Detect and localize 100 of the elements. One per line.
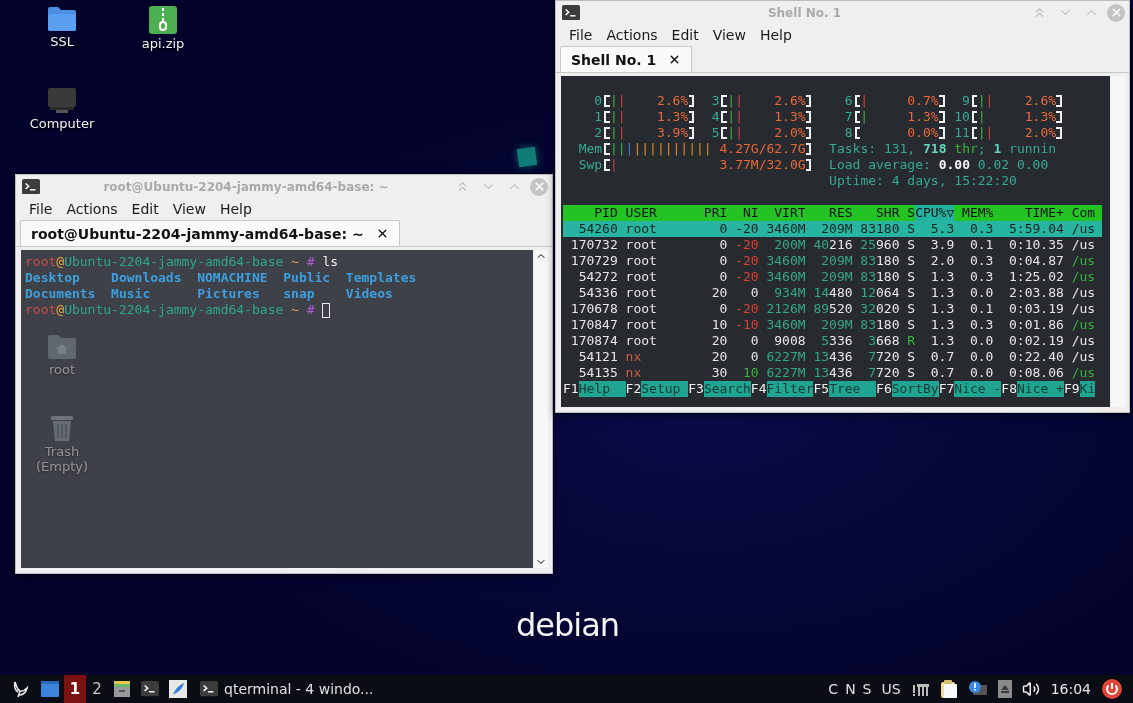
column-header[interactable]: TIME+ (993, 205, 1064, 221)
table-cell-text: 0:22.40 (1008, 349, 1064, 365)
menu-item[interactable]: Help (752, 24, 799, 46)
directory-name: Downloads (111, 270, 183, 286)
notification-icon[interactable] (967, 680, 988, 698)
menu-item[interactable]: File (562, 24, 600, 46)
icon-label[interactable]: SSL (25, 34, 99, 49)
volume-icon[interactable] (1021, 680, 1040, 698)
wallpaper-square (516, 146, 538, 168)
process-row[interactable]: 54135 nx 30 10 6227M 13436 7720 S 0.7 0.0 0:08.06 /us (563, 365, 1102, 381)
table-cell-text: 1.3 (929, 317, 955, 333)
column-header[interactable]: CPU%▽ (915, 205, 955, 221)
keyboard-indicator: S (862, 681, 872, 697)
power-icon[interactable] (1102, 679, 1122, 699)
usage-bar-label: || (609, 93, 626, 109)
table-cell-text: -20 (734, 269, 759, 285)
column-header[interactable]: RES (805, 205, 853, 221)
process-row[interactable]: 170847 root 10 -10 3460M 209M 83180 S 1.3 0.3 0:01.86 /us (563, 317, 1102, 333)
menu-item[interactable]: Actions (599, 24, 665, 46)
feather-editor-icon[interactable] (169, 680, 187, 698)
column-header[interactable]: SHR (852, 205, 900, 221)
column-header[interactable]: MEM% (954, 205, 994, 221)
menu-item[interactable]: Edit (664, 24, 706, 46)
table-cell-text: /us (1070, 349, 1097, 365)
process-row[interactable]: 54272 root 0 -20 3460M 209M 83180 S 1.3 0.3 1:25.02 /us (563, 269, 1102, 285)
process-row[interactable]: 170732 root 0 -20 200M 40216 25960 S 3.9 0.1 0:10.35 /us (563, 237, 1102, 253)
table-cell-text: root (624, 333, 658, 349)
directory-name: Desktop (25, 270, 81, 286)
meter-label: 9 (961, 93, 970, 109)
usage-bar-label: || (977, 125, 994, 141)
table-cell-text: /us (1070, 333, 1097, 349)
monitor-icon (48, 88, 76, 114)
table-cell-text: /us (1070, 317, 1097, 333)
table-cell-text: 12064 (859, 285, 900, 301)
table-cell-text: 200M (773, 237, 806, 253)
process-row[interactable]: 170729 root 0 -20 3460M 209M 83180 S 2.0 0.3 0:04.87 /us (563, 253, 1102, 269)
meter-reading: 1.3% (1024, 109, 1057, 125)
function-button[interactable]: Search (703, 381, 751, 397)
eject-icon[interactable] (997, 680, 1012, 698)
column-header[interactable]: PRI (696, 205, 728, 221)
scrollbar[interactable] (534, 250, 548, 568)
function-button[interactable]: Nice - (954, 381, 1002, 397)
process-row[interactable]: 170678 root 0 -20 2126M 89520 32020 S 1.3 0.1 0:03.19 /us (563, 301, 1102, 317)
usage-bar-label: | (860, 93, 869, 109)
column-header[interactable]: Com (1063, 205, 1102, 221)
table-cell-text: 83180 (859, 269, 900, 285)
menu-item[interactable]: Actions (59, 198, 125, 220)
table-cell-text: 7720 (867, 349, 900, 365)
menu-item[interactable]: Edit (124, 198, 166, 220)
clock[interactable]: 16:04 (1044, 681, 1097, 697)
process-row[interactable]: 54260 root 0 -20 3460M 209M 83180 S 5.3 0.3 5:59.04 /us (563, 221, 1102, 237)
table-cell-text: 54135 (577, 365, 618, 381)
icon-label[interactable]: api.zip (126, 36, 200, 51)
menu-item[interactable]: File (22, 198, 60, 220)
table-cell-text: 0.1 (968, 301, 994, 317)
process-row[interactable]: 170874 root 20 0 9008 5336 3668 R 1.3 0.0 0:02.19 /us (563, 333, 1102, 349)
command-prompt: root@Ubuntu-2204-jammy-amd64-base ~ # (25, 302, 315, 318)
table-cell-text: 0:10.35 (1008, 237, 1064, 253)
keyboard-indicator: C (828, 681, 839, 697)
table-cell-text: 0.7 (929, 365, 955, 381)
window-title: Shell No. 1 (766, 5, 843, 20)
column-header[interactable]: VIRT (758, 205, 806, 221)
process-row[interactable]: 54336 root 20 0 934M 14480 12064 S 1.3 0.0 2:03.88 /us (563, 285, 1102, 301)
terminal-tab[interactable]: Shell No. 1 (560, 46, 693, 72)
menu-item[interactable]: View (165, 198, 213, 220)
icon-label[interactable]: Computer (25, 116, 99, 131)
menu-item[interactable]: Help (212, 198, 259, 220)
start-menu-icon[interactable] (11, 679, 31, 699)
table-cell-text: nx (624, 349, 643, 365)
meter-reading: 0.0% (907, 125, 939, 141)
meter-reading: 3.77M/32.0G (719, 157, 806, 173)
table-cell-text: 83180 (859, 317, 900, 333)
column-header[interactable]: S (899, 205, 916, 221)
usage-bar-label: || (727, 93, 743, 109)
table-cell-text: 0.0 (968, 349, 994, 365)
taskbar-task-button[interactable]: qterminal - 4 windo... (192, 675, 382, 703)
column-header[interactable]: USER (617, 205, 697, 221)
file-cabinet-icon[interactable] (113, 680, 131, 698)
function-button[interactable]: Setup (641, 381, 689, 397)
table-cell-text: nx (624, 365, 643, 381)
menu-item[interactable]: View (705, 24, 753, 46)
keyboard-layout-button[interactable]: US (881, 681, 907, 697)
clipboard-icon[interactable] (939, 679, 958, 699)
table-cell-text: /us (1070, 365, 1097, 381)
workspace-button[interactable]: 1 (64, 675, 86, 703)
workspace-button[interactable]: 2 (86, 675, 108, 703)
table-cell-text: 2126M (765, 301, 806, 317)
terminal-tab[interactable]: root@Ubuntu-2204-jammy-amd64-base: ~ (20, 220, 400, 246)
column-header[interactable]: NI (727, 205, 759, 221)
directory-name: snap (283, 286, 316, 302)
function-button[interactable]: Tree (829, 381, 877, 397)
function-button[interactable]: Help (578, 381, 626, 397)
table-cell-text: 1.3 (929, 301, 955, 317)
column-header[interactable]: PID (563, 205, 618, 221)
process-row[interactable]: 54121 nx 20 0 6227M 13436 7720 S 0.7 0.0 0:22.40 /us (563, 349, 1102, 365)
function-button[interactable]: Filter (766, 381, 814, 397)
network-bars-icon[interactable] (911, 681, 930, 697)
scrollbar[interactable] (1111, 76, 1125, 407)
function-button[interactable]: SortBy (891, 381, 939, 397)
function-button[interactable]: Ki (1079, 381, 1096, 397)
